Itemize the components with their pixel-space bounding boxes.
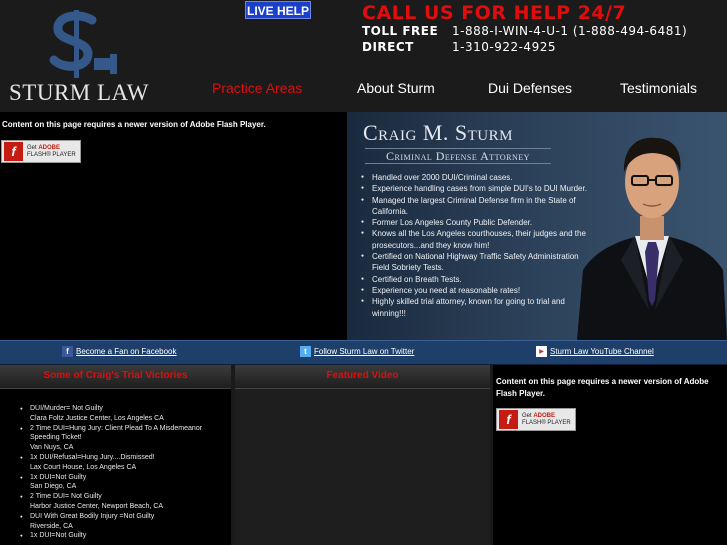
direct-number[interactable]: 1-310-922-4925 <box>452 40 556 54</box>
flash-content-column: Content on this page requires a newer ve… <box>493 365 727 545</box>
toll-free-number[interactable]: 1-888-I-WIN-4-U-1 (1-888-494-6481) <box>452 24 687 38</box>
nav-practice-areas[interactable]: Practice Areas <box>212 80 302 96</box>
hero-section: Content on this page requires a newer ve… <box>0 112 727 340</box>
list-item: 2 Time DUI= Not GuiltyHarbor Justice Cen… <box>20 492 230 512</box>
attorney-bio-panel: Craig M. Sturm Criminal Defense Attorney… <box>347 112 727 340</box>
get-flash-player-button[interactable]: f Get ADOBE FLASH® PLAYER <box>1 140 81 163</box>
attorney-title: Criminal Defense Attorney <box>365 148 551 164</box>
list-item: Managed the largest Criminal Defense fir… <box>360 195 588 218</box>
facebook-link[interactable]: f Become a Fan on Facebook <box>62 346 177 357</box>
flash-required-message: Content on this page requires a newer ve… <box>2 120 266 129</box>
featured-video-heading: Featured Video <box>235 365 490 389</box>
flash-required-message: Content on this page requires a newer ve… <box>496 377 709 398</box>
list-item: Knows all the Los Angeles courthouses, t… <box>360 228 588 251</box>
list-item: Experience handling cases from simple DU… <box>360 183 588 195</box>
twitter-icon: t <box>300 346 311 357</box>
flash-badge-text: Get ADOBE FLASH® PLAYER <box>27 144 76 158</box>
attorney-name: Craig M. Sturm <box>363 120 513 145</box>
twitter-link[interactable]: t Follow Sturm Law on Twitter <box>300 346 414 357</box>
logo[interactable]: STURM LAW <box>0 0 170 112</box>
list-item: 1x DUI/Refusal=Hung Jury....Dismissed!La… <box>20 453 230 473</box>
live-help-button[interactable]: LIVE HELP <box>245 1 311 19</box>
list-item: Former Los Angeles County Public Defende… <box>360 217 588 229</box>
sturm-law-logo-icon <box>49 10 117 78</box>
nav-about-sturm[interactable]: About Sturm <box>357 80 435 96</box>
direct-label: DIRECT <box>362 40 414 54</box>
trial-victories-list: DUI/Murder= Not GuiltyClara Foltz Justic… <box>20 404 230 541</box>
toll-free-row: TOLL FREE 1-888-I-WIN-4-U-1 (1-888-494-64… <box>362 24 687 38</box>
list-item: Certified on National Highway Traffic Sa… <box>360 251 588 274</box>
list-item: DUI With Great Bodily Injury =Not Guilty… <box>20 512 230 532</box>
facebook-icon: f <box>62 346 73 357</box>
list-item: Experience you need at reasonable rates! <box>360 285 588 297</box>
attorney-credentials-list: Handled over 2000 DUI/Criminal cases. Ex… <box>360 172 588 319</box>
youtube-icon: ▶ <box>536 346 547 357</box>
main-nav: Practice Areas About Sturm Dui Defenses … <box>196 80 727 102</box>
nav-dui-defenses[interactable]: Dui Defenses <box>488 80 572 96</box>
list-item: DUI/Murder= Not GuiltyClara Foltz Justic… <box>20 404 230 424</box>
site-header: STURM LAW LIVE HELP CALL US FOR HELP 24/… <box>0 0 727 112</box>
nav-testimonials[interactable]: Testimonials <box>620 80 697 96</box>
trial-victories-heading: Some of Craig's Trial Victories <box>0 365 231 389</box>
list-item: 1x DUI=Not Guilty <box>20 531 230 541</box>
logo-text: STURM LAW <box>9 80 150 105</box>
list-item: 1x DUI=Not GuiltySan Diego, CA <box>20 473 230 493</box>
list-item: Certified on Breath Tests. <box>360 274 588 286</box>
flash-badge-text: Get ADOBE FLASH® PLAYER <box>522 412 571 426</box>
toll-free-label: TOLL FREE <box>362 24 439 38</box>
youtube-link[interactable]: ▶ Sturm Law YouTube Channel <box>536 346 654 357</box>
trial-victories-column: Some of Craig's Trial Victories DUI/Murd… <box>0 365 231 545</box>
flash-icon: f <box>499 410 518 429</box>
attorney-portrait-image <box>577 137 727 340</box>
call-us-headline: CALL US FOR HELP 24/7 <box>362 2 627 24</box>
list-item: Highly skilled trial attorney, known for… <box>360 296 588 319</box>
social-links-bar: f Become a Fan on Facebook t Follow Stur… <box>0 340 727 365</box>
flash-icon: f <box>4 142 23 161</box>
list-item: 2 Time DUI=Hung Jury: Client Plead To A … <box>20 424 230 453</box>
featured-video-column: Featured Video <box>235 365 490 545</box>
direct-row: DIRECT 1-310-922-4925 <box>362 40 556 54</box>
list-item: Handled over 2000 DUI/Criminal cases. <box>360 172 588 184</box>
get-flash-player-button[interactable]: f Get ADOBE FLASH® PLAYER <box>496 408 576 431</box>
